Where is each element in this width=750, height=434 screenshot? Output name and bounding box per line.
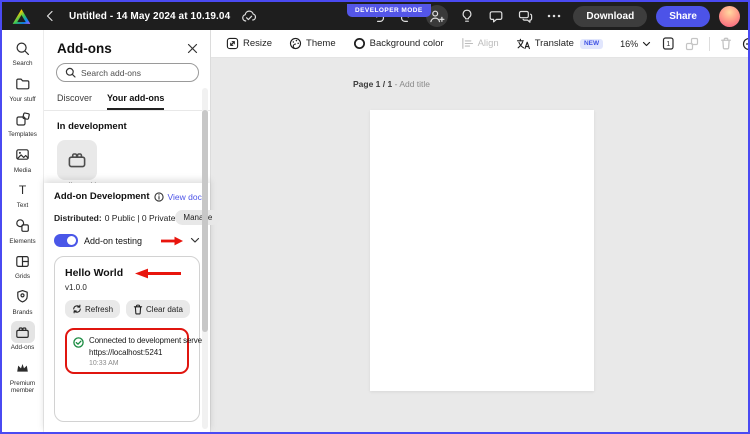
annotation-arrow-right <box>159 236 184 246</box>
sidebar-item-media[interactable]: Media <box>2 144 43 175</box>
comment-icon[interactable] <box>486 6 506 26</box>
elements-icon <box>11 215 35 237</box>
chevron-down-icon[interactable] <box>190 237 200 244</box>
addon-name: Hello World <box>65 267 124 279</box>
left-rail: Search Your stuff Templates Media T Text… <box>2 30 44 432</box>
adobe-express-window: Untitled - 14 May 2024 at 10.19.04 Downl… <box>0 0 750 434</box>
avatar[interactable] <box>719 5 740 27</box>
status-url: https://localhost:5241 <box>89 348 163 357</box>
check-circle-icon <box>73 337 84 348</box>
brands-icon <box>11 286 35 308</box>
panel-tabs: Discover Your add-ons <box>44 82 210 111</box>
addons-panel: Add-ons Discover Your add-ons In develop… <box>44 30 221 432</box>
info-icon[interactable] <box>153 192 164 202</box>
resize-button[interactable]: Resize <box>226 37 272 50</box>
adobe-express-logo[interactable] <box>12 8 31 25</box>
add-page-button[interactable]: Add <box>742 37 748 51</box>
panel-scrollbar-thumb[interactable] <box>202 110 208 332</box>
reorder-pages-icon <box>685 37 699 51</box>
canvas-area[interactable]: Page 1 / 1 - Add title <box>211 58 748 432</box>
trash-icon <box>133 304 143 315</box>
sidebar-item-add-ons[interactable]: Add-ons <box>2 321 43 352</box>
tab-discover[interactable]: Discover <box>57 93 92 110</box>
crown-icon <box>11 357 35 379</box>
refresh-icon <box>72 304 82 314</box>
annotation-arrow-left <box>133 268 183 279</box>
background-color-icon <box>353 37 366 50</box>
search-icon <box>11 37 35 59</box>
sidebar-item-premium-member[interactable]: Premium member <box>2 357 43 395</box>
hello-world-dev-card: Hello World v1.0.0 Refresh Clear data Co… <box>54 256 205 422</box>
addons-search[interactable] <box>56 63 199 82</box>
hello-world-addon-tile[interactable] <box>57 140 97 180</box>
more-options-icon[interactable] <box>544 6 564 26</box>
addon-version: v1.0.0 <box>65 283 87 292</box>
translate-button[interactable]: Translate NEW <box>516 38 604 50</box>
toolbar-divider <box>709 36 711 51</box>
sidebar-item-grids[interactable]: Grids <box>2 250 43 281</box>
folder-icon <box>11 73 35 95</box>
zoom-control[interactable]: 16% <box>620 39 651 49</box>
text-icon: T <box>18 183 27 198</box>
sidebar-item-text[interactable]: T Text <box>2 179 43 210</box>
section-title: In development <box>57 121 127 132</box>
new-badge: NEW <box>579 38 604 49</box>
panel-title: Add-ons <box>57 41 112 56</box>
sidebar-item-search[interactable]: Search <box>2 37 43 68</box>
manage-button[interactable]: Manage <box>175 210 221 225</box>
document-title: Untitled - 14 May 2024 at 10.19.04 <box>69 10 231 22</box>
svg-text:1: 1 <box>666 41 670 48</box>
theme-button[interactable]: Theme <box>289 37 336 50</box>
sidebar-item-your-stuff[interactable]: Your stuff <box>2 73 43 104</box>
ideas-lightbulb-icon[interactable] <box>457 6 477 26</box>
background-color-button[interactable]: Background color <box>353 37 444 50</box>
search-icon <box>65 67 76 78</box>
refresh-button[interactable]: Refresh <box>65 300 121 318</box>
sidebar-item-templates[interactable]: Templates <box>2 108 43 139</box>
addon-testing-toggle[interactable] <box>54 234 78 247</box>
page-counter-icon[interactable]: 1 <box>661 36 675 51</box>
search-input[interactable] <box>81 67 190 78</box>
chevron-down-icon <box>642 41 651 47</box>
resize-icon <box>226 37 239 50</box>
document-toolbar: Resize Theme Background color Align Tran… <box>211 30 748 58</box>
translate-icon <box>516 38 531 50</box>
sidebar-item-brands[interactable]: Brands <box>2 286 43 317</box>
cloud-save-icon[interactable] <box>239 6 259 26</box>
page-indicator-label: Page 1 / 1 <box>353 79 393 89</box>
back-chevron-icon[interactable] <box>40 6 60 26</box>
dev-server-status: Connected to development server https://… <box>65 328 205 374</box>
addon-development-panel: Add-on Development View docs Distributed… <box>44 183 221 432</box>
addon-testing-label: Add-on testing <box>84 235 143 246</box>
sidebar-item-elements[interactable]: Elements <box>2 215 43 246</box>
distributed-value: 0 Public | 0 Private <box>104 212 176 223</box>
distributed-label: Distributed: <box>54 212 102 223</box>
close-icon[interactable] <box>187 43 198 54</box>
view-docs-link[interactable]: View docs <box>168 192 207 202</box>
align-icon <box>461 37 474 50</box>
grids-icon <box>11 250 35 272</box>
templates-icon <box>11 108 35 130</box>
add-circle-icon <box>742 37 748 51</box>
delete-page-icon <box>720 37 732 50</box>
developer-mode-badge: DEVELOPER MODE <box>347 4 431 17</box>
media-icon <box>11 144 35 166</box>
add-ons-icon <box>10 321 35 344</box>
clear-data-button[interactable]: Clear data <box>126 300 190 318</box>
download-button[interactable]: Download <box>573 5 648 27</box>
share-button[interactable]: Share <box>656 5 710 27</box>
document-page[interactable] <box>370 110 594 391</box>
zoom-level: 16% <box>620 38 639 49</box>
dev-panel-title: Add-on Development <box>54 191 150 202</box>
status-message: Connected to development server <box>89 336 205 345</box>
tab-your-add-ons[interactable]: Your add-ons <box>107 93 165 110</box>
add-title-field[interactable]: - Add title <box>395 79 430 89</box>
editor-stage: Resize Theme Background color Align Tran… <box>211 30 748 432</box>
status-time: 10:33 AM <box>89 360 119 367</box>
theme-icon <box>289 37 302 50</box>
in-development-section: In development Hello World <box>44 111 210 190</box>
feedback-icon[interactable] <box>515 6 535 26</box>
align-button: Align <box>461 37 499 50</box>
